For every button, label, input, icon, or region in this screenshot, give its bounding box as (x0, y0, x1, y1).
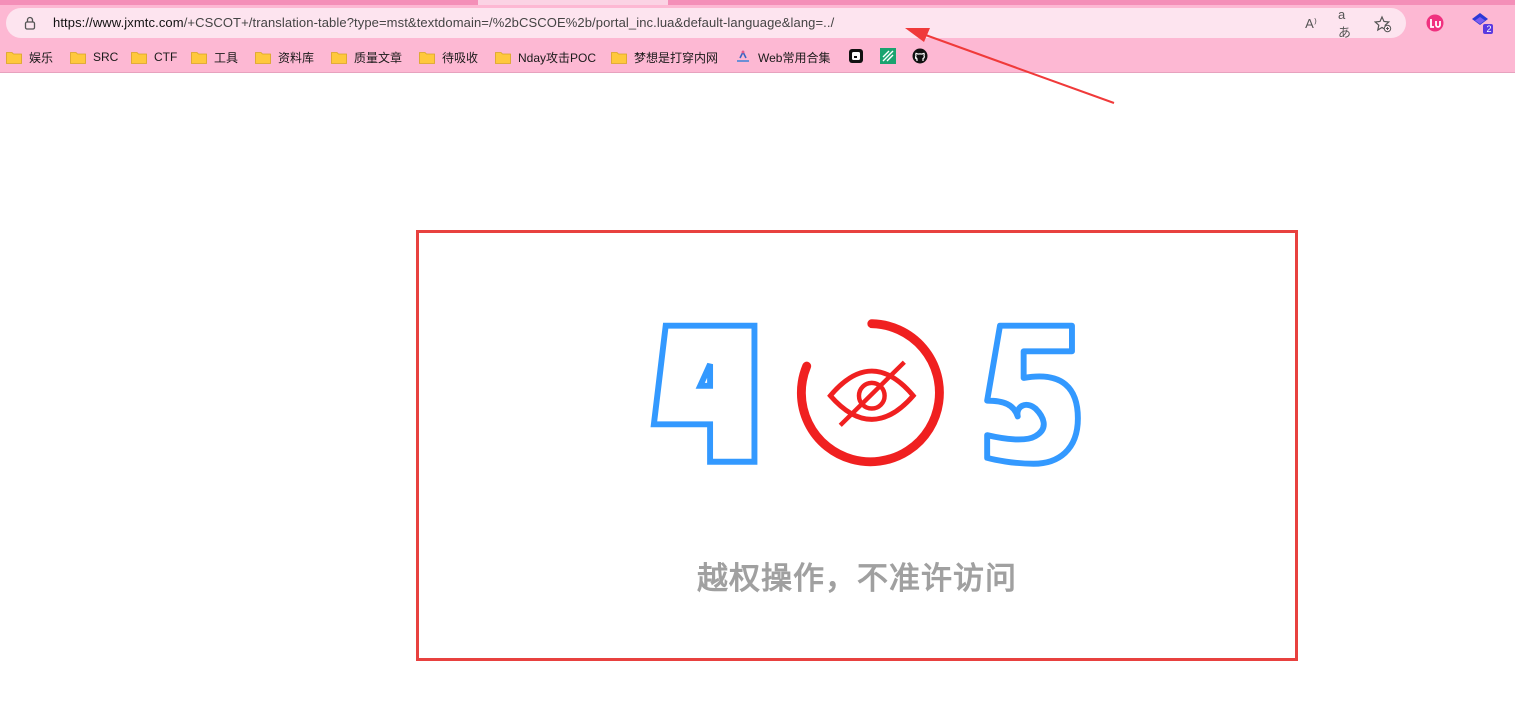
extension-icon[interactable] (1425, 13, 1445, 33)
bookmark-app-icon[interactable] (880, 47, 896, 67)
bookmark-label: CTF (154, 50, 178, 64)
green-site-icon (880, 47, 896, 67)
bookmark-label: Nday攻击POC (518, 50, 597, 65)
web-icon (735, 49, 751, 66)
folder-icon (131, 51, 147, 64)
bookmark-folder[interactable]: 梦想是打穿内网 (611, 47, 718, 67)
favorite-star-icon[interactable] (1374, 15, 1392, 33)
bookmark-label: 梦想是打穿内网 (634, 50, 719, 65)
digit-four-outline (650, 322, 758, 465)
extension-badge: 2 (1486, 24, 1492, 34)
address-bar[interactable]: https://www.jxmtc.com/+CSCOT+/translatio… (6, 7, 1406, 40)
error-box: 越权操作，不准许访问 (416, 230, 1298, 661)
folder-icon (331, 51, 347, 64)
bookmark-label: 待吸收 (442, 50, 479, 65)
app-square-icon (848, 48, 864, 67)
url-text[interactable]: https://www.jxmtc.com/+CSCOT+/translatio… (53, 15, 834, 30)
bookmark-label: 质量文章 (354, 50, 403, 65)
bookmark-folder[interactable]: CTF (131, 47, 177, 67)
bookmark-label: 工具 (214, 50, 239, 65)
bookmark-app-icon[interactable] (848, 47, 864, 67)
bookmark-folder[interactable]: SRC (70, 47, 118, 67)
browser-toolbar: https://www.jxmtc.com/+CSCOT+/translatio… (0, 5, 1515, 41)
folder-icon (495, 51, 511, 64)
read-aloud-icon[interactable]: A⁾ (1302, 15, 1320, 33)
bookmark-app-icon[interactable] (912, 47, 928, 67)
bookmark-label: 资料库 (278, 50, 315, 65)
folder-icon (191, 51, 207, 64)
folder-icon (611, 51, 627, 64)
bookmark-label: SRC (93, 50, 119, 64)
folder-icon (6, 51, 22, 64)
eye-off-icon (796, 319, 944, 467)
translate-icon[interactable]: aあ (1338, 7, 1356, 40)
url-path: /+CSCOT+/translation-table?type=mst&text… (183, 15, 835, 30)
digit-five-outline (984, 322, 1081, 467)
bookmark-folder[interactable]: 资料库 (255, 47, 314, 67)
bookmark-folder[interactable]: 娱乐 (6, 47, 53, 67)
bookmark-folder[interactable]: 待吸收 (419, 47, 478, 67)
bookmark-label: Web常用合集 (758, 50, 831, 65)
github-icon (912, 48, 928, 67)
folder-icon (70, 51, 86, 64)
bookmark-folder[interactable]: 质量文章 (331, 47, 402, 67)
url-host: https://www.jxmtc.com (53, 15, 184, 30)
lock-icon[interactable] (22, 15, 38, 31)
error-message: 越权操作，不准许访问 (697, 561, 1017, 597)
bookmark-link[interactable]: Web常用合集 (735, 47, 830, 67)
bookmark-folder[interactable]: Nday攻击POC (495, 47, 596, 67)
folder-icon (255, 51, 271, 64)
bookmark-folder[interactable]: 工具 (191, 47, 238, 67)
folder-icon (419, 51, 435, 64)
bookmark-label: 娱乐 (29, 50, 54, 65)
bookmarks-bar: 娱乐 SRC CTF 工具 资料库 质量文章 待吸收 Nday攻击POC 梦想是… (0, 41, 1515, 73)
